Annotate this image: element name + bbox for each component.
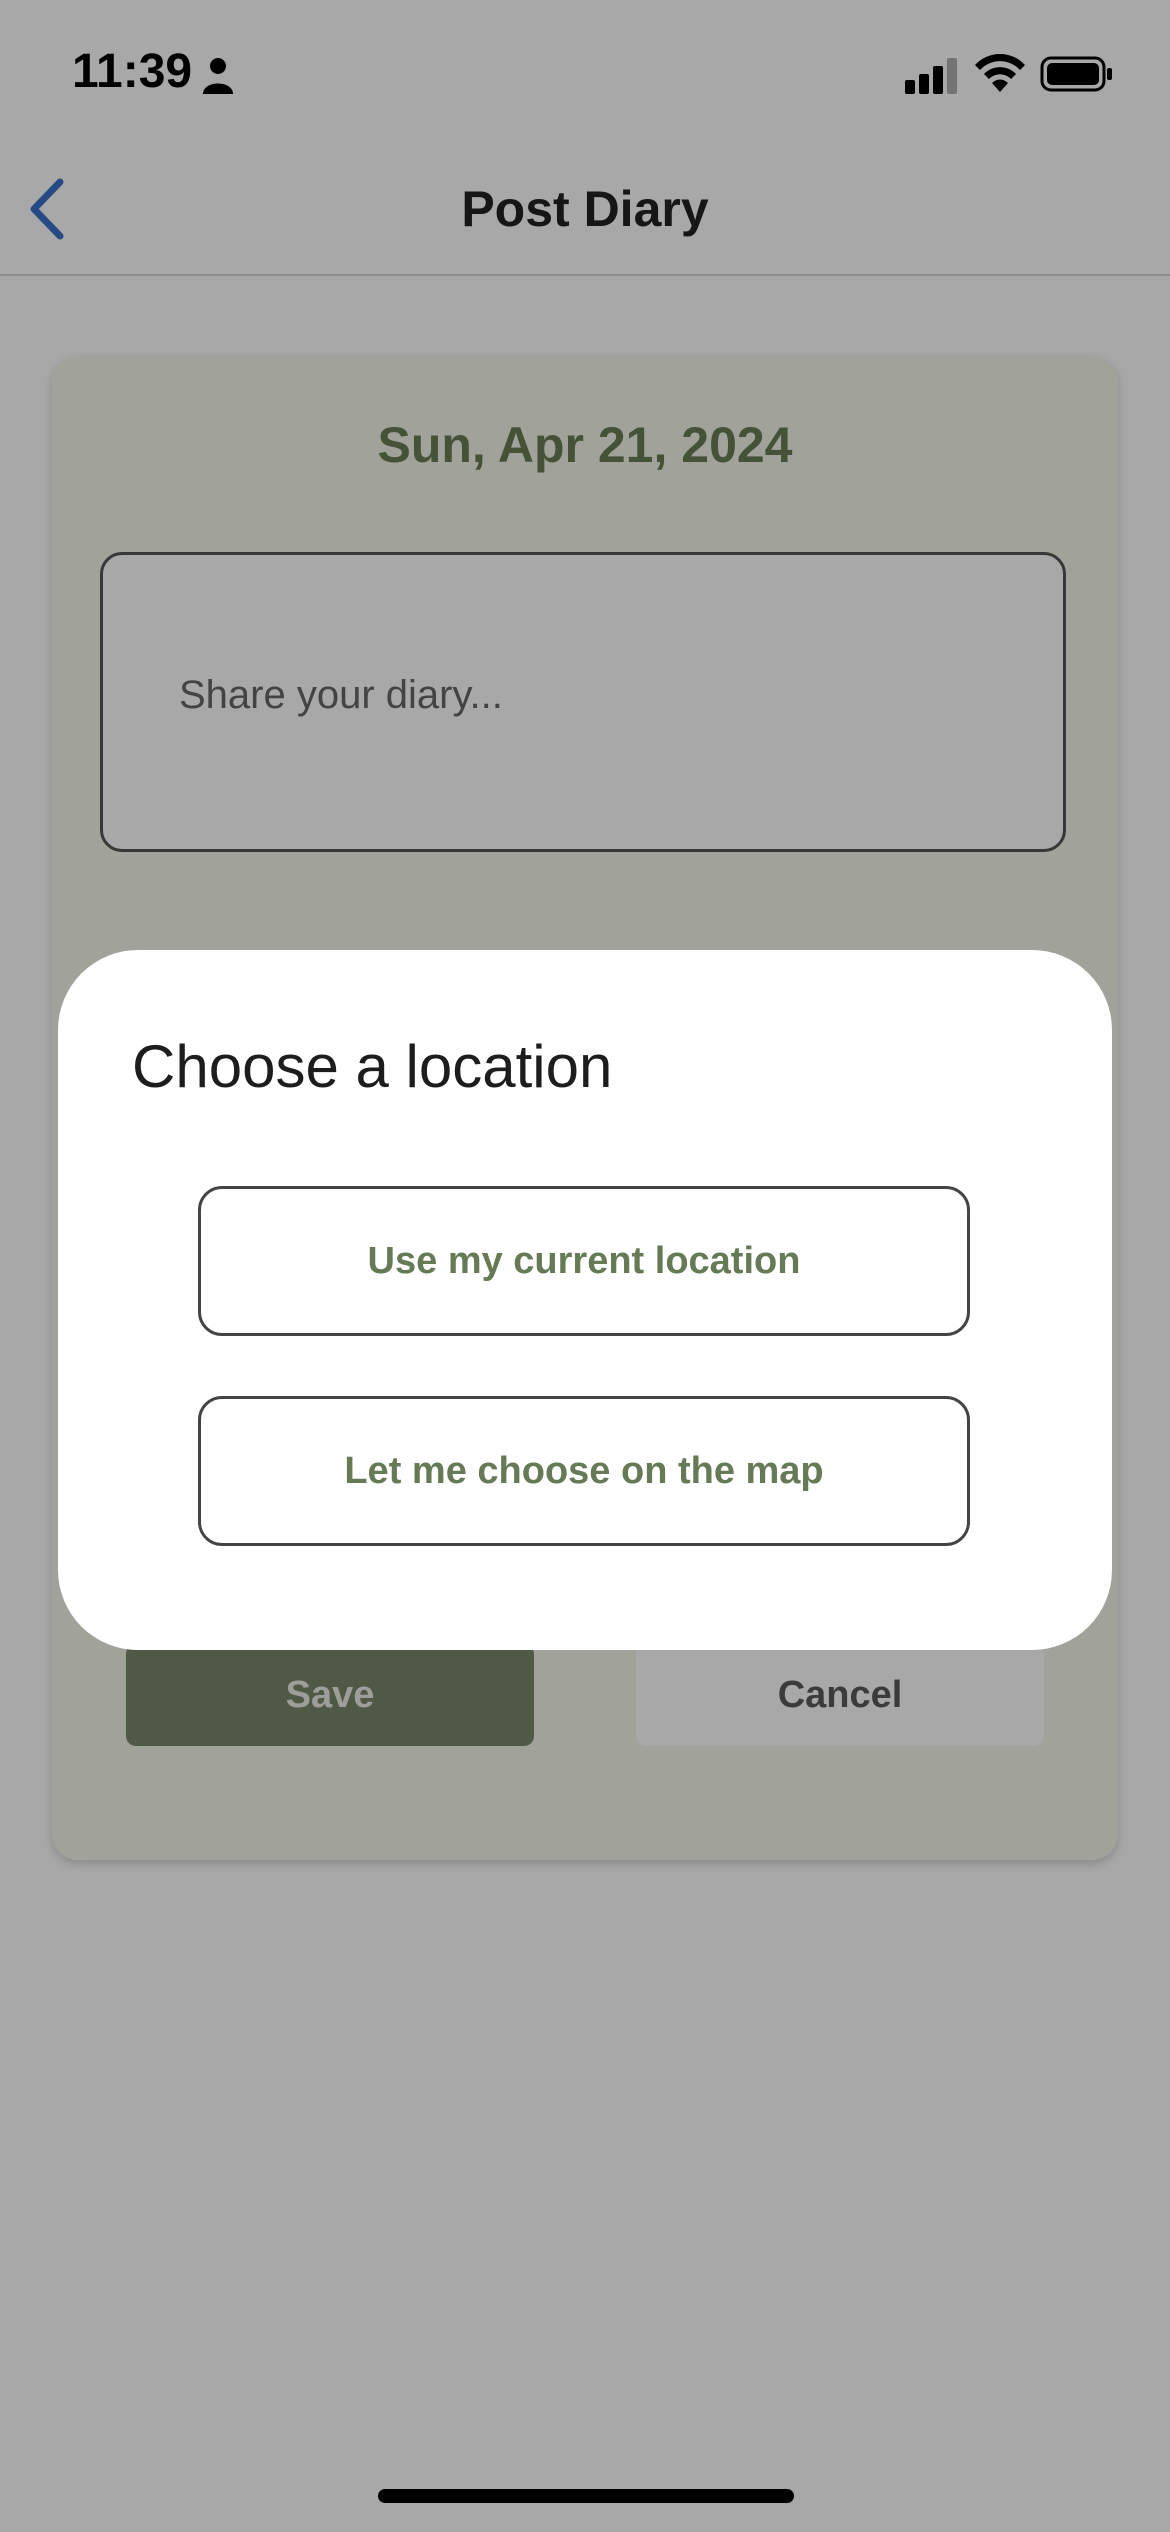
home-indicator [378, 2489, 794, 2503]
dialog-title: Choose a location [132, 1033, 613, 1100]
choose-on-map-button[interactable]: Let me choose on the map [198, 1396, 970, 1546]
location-dialog: Choose a location Use my current locatio… [58, 950, 1112, 1650]
use-current-location-button[interactable]: Use my current location [198, 1186, 970, 1336]
